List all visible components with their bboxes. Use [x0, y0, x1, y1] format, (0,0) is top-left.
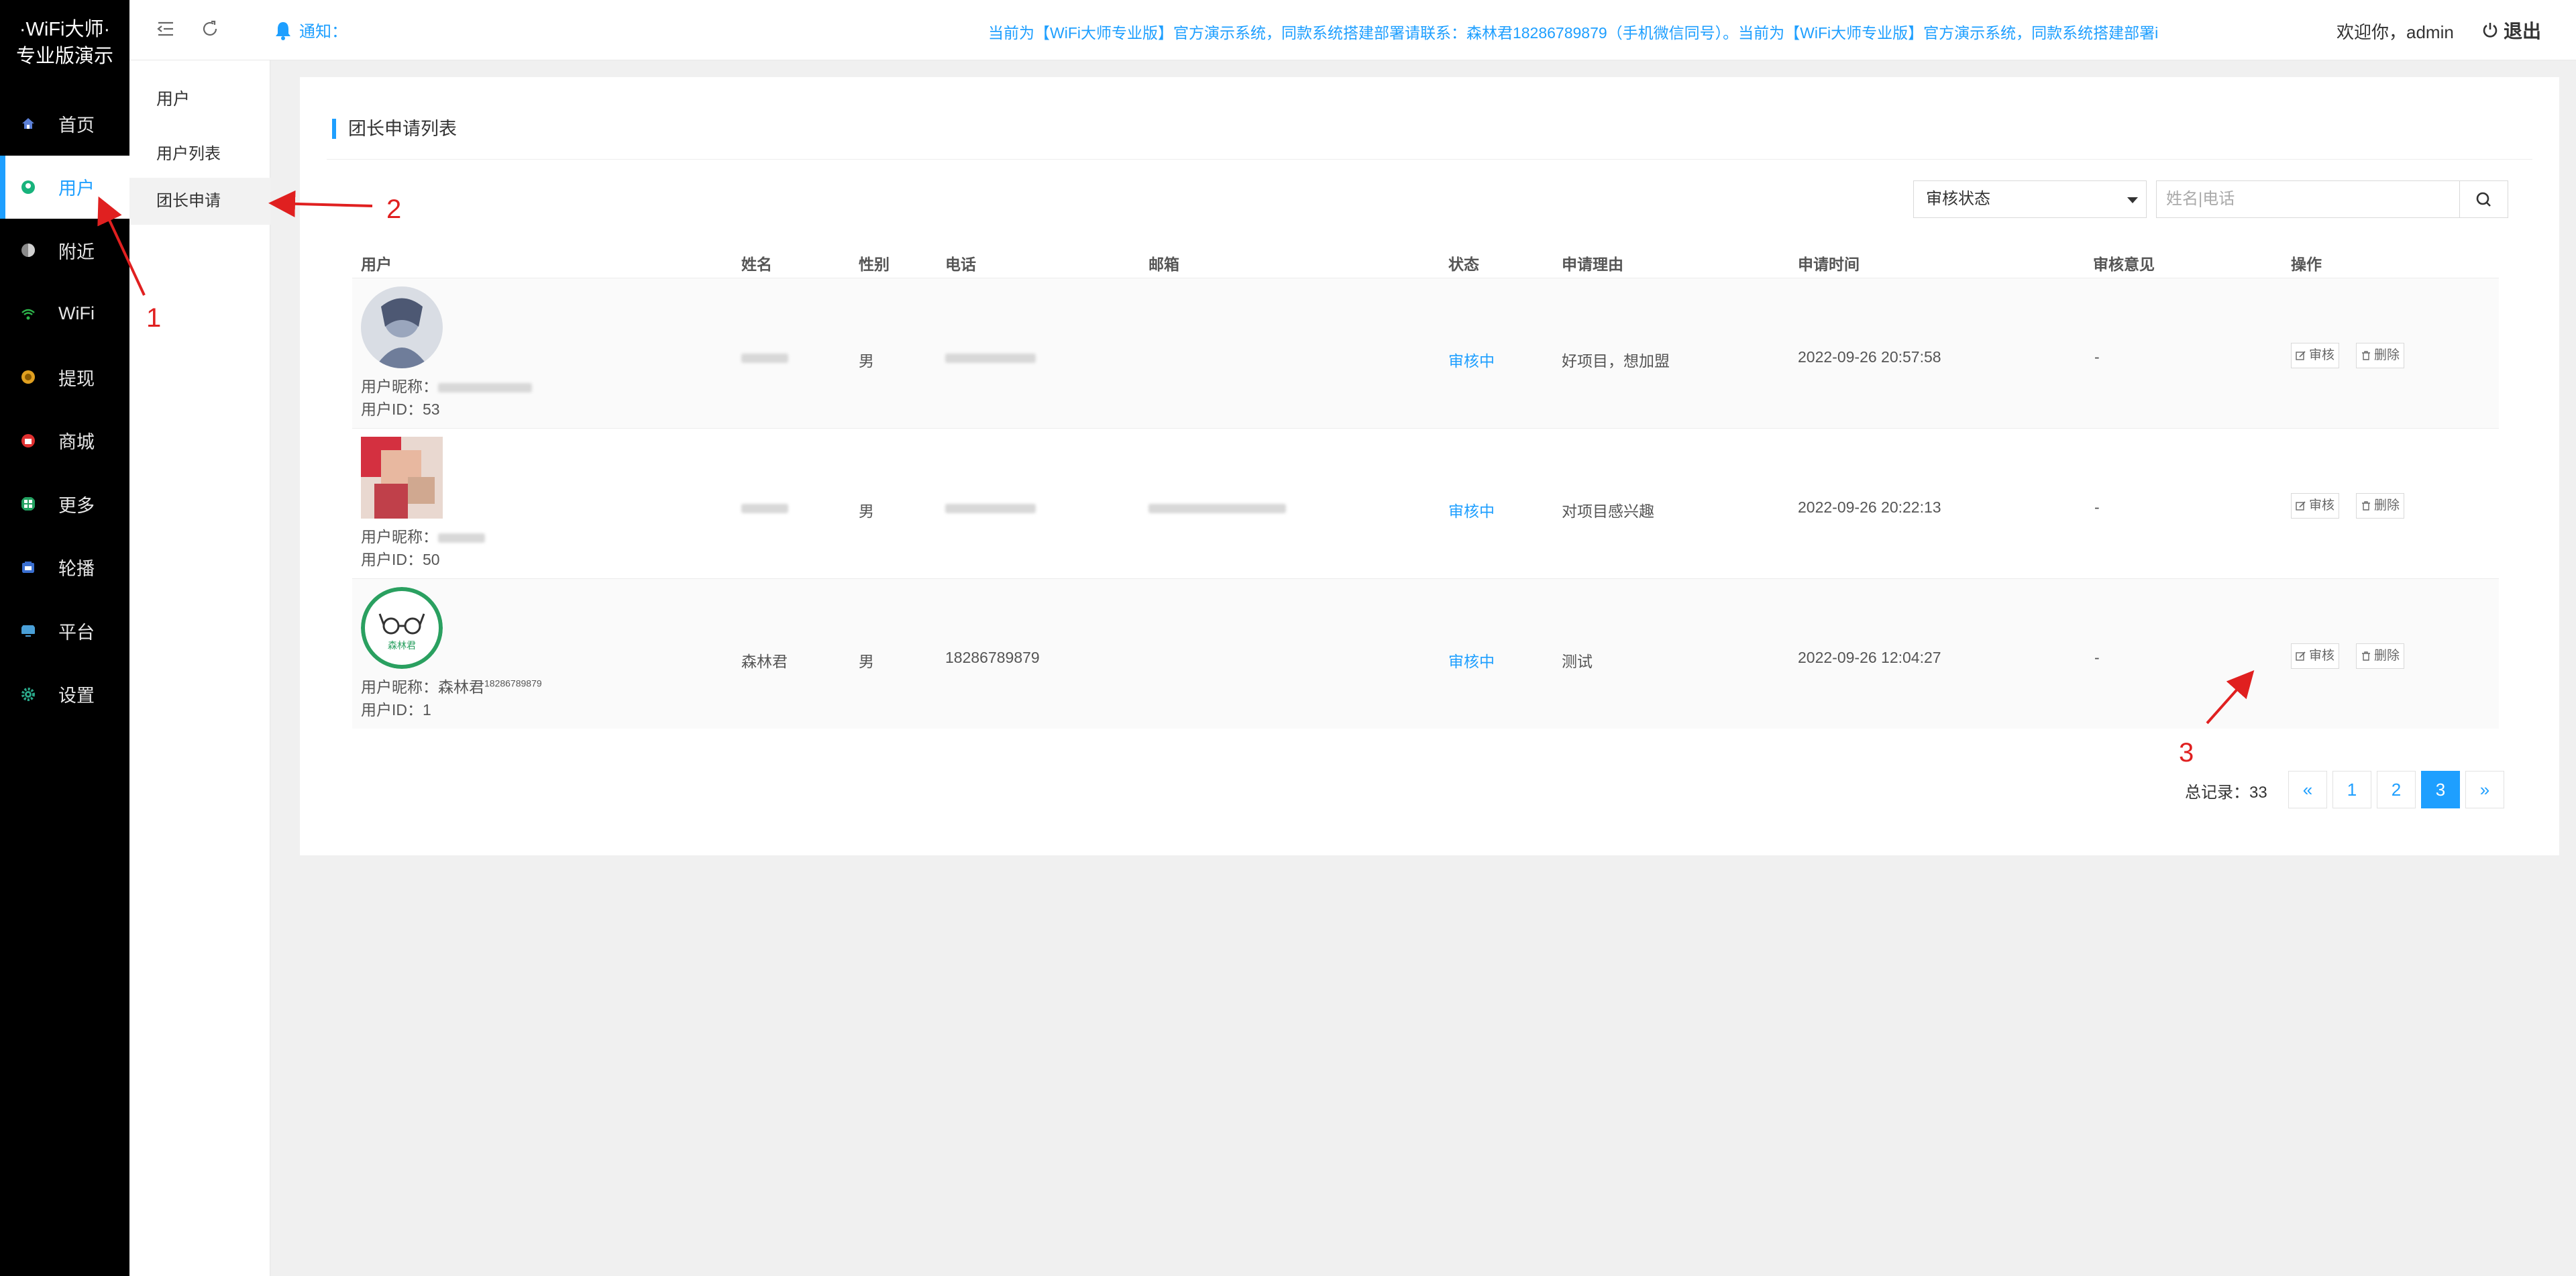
annotation-3: 3 [2179, 738, 2194, 767]
annotation-2: 2 [386, 195, 402, 224]
annotation-arrows [97, 190, 2255, 725]
annotation-1: 1 [146, 303, 162, 333]
